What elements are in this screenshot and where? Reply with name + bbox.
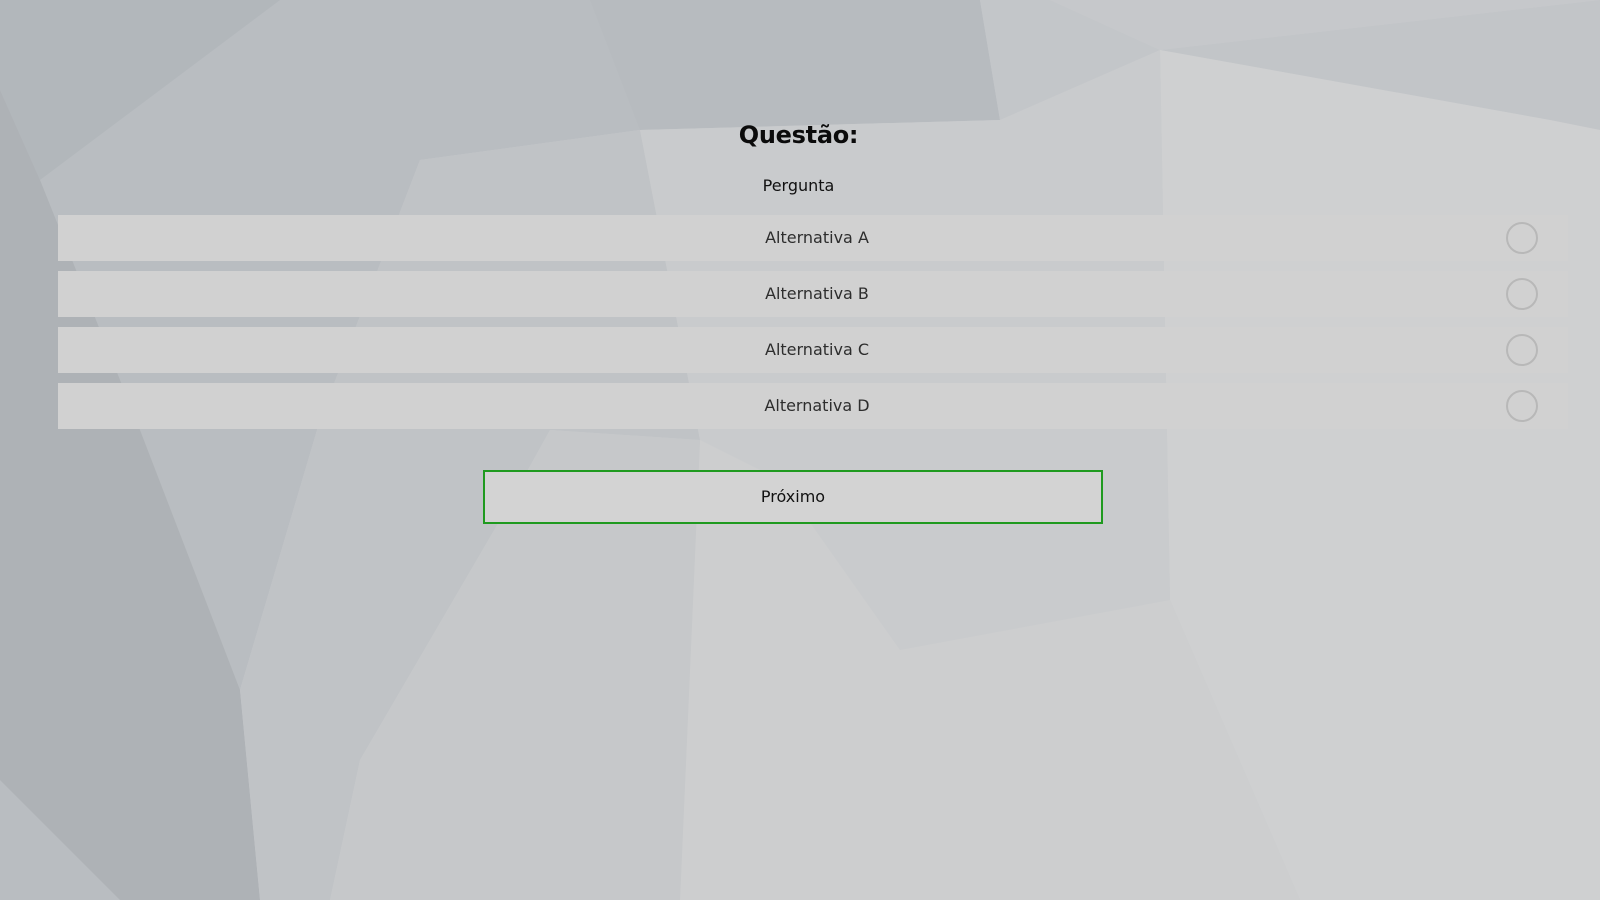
option-c-radio[interactable] [1506,334,1538,366]
option-b-label: Alternativa B [765,284,869,303]
option-d-radio[interactable] [1506,390,1538,422]
option-c[interactable]: Alternativa C [58,327,1568,373]
option-b[interactable]: Alternativa B [58,271,1568,317]
option-a-label: Alternativa A [765,228,869,247]
option-b-radio[interactable] [1506,278,1538,310]
quiz-container: Questão: Pergunta Alternativa A Alternat… [0,0,1600,900]
question-text: Pergunta [762,176,835,195]
option-d[interactable]: Alternativa D [58,383,1568,429]
option-a-radio[interactable] [1506,222,1538,254]
option-a[interactable]: Alternativa A [58,215,1568,261]
question-title: Questão: [738,121,859,149]
next-button[interactable]: Próximo [483,470,1103,524]
option-c-label: Alternativa C [765,340,869,359]
option-d-label: Alternativa D [764,396,870,415]
